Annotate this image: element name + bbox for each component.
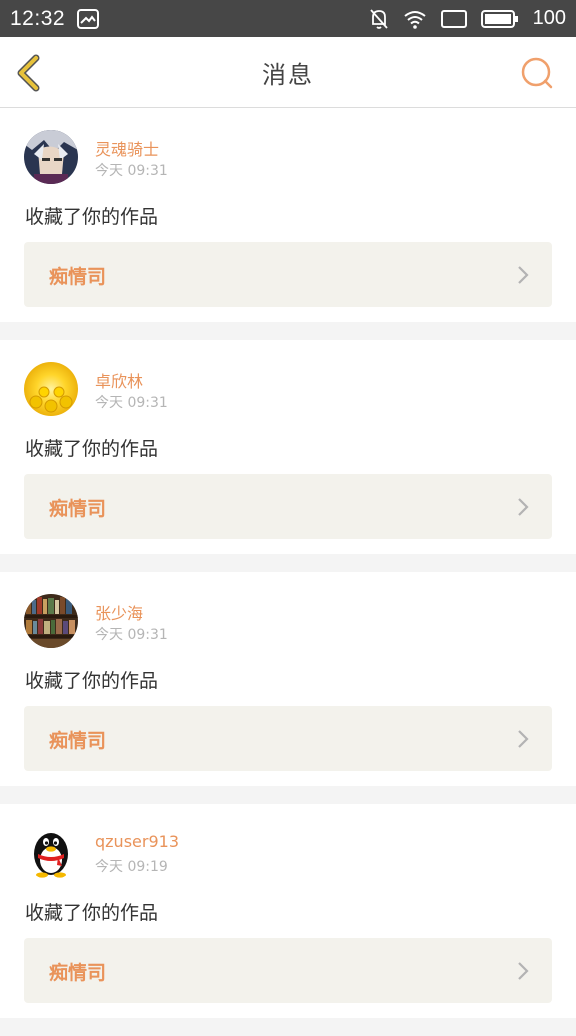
work-link[interactable]: 痴情司 xyxy=(24,242,552,307)
work-title: 痴情司 xyxy=(49,266,107,288)
chevron-right-icon xyxy=(518,498,529,516)
search-icon xyxy=(521,57,553,89)
user-name[interactable]: qzuser913 xyxy=(95,832,179,851)
battery-icon xyxy=(480,9,519,29)
nav-bar: 消息 xyxy=(0,37,576,108)
chevron-right-icon xyxy=(518,266,529,284)
anime-avatar[interactable] xyxy=(24,130,78,184)
work-link[interactable]: 痴情司 xyxy=(24,474,552,539)
chevron-right-icon xyxy=(518,730,529,748)
work-title: 痴情司 xyxy=(49,730,107,752)
page-title: 消息 xyxy=(262,61,314,89)
penguin-avatar[interactable] xyxy=(24,826,78,880)
message-time: 今天 09:31 xyxy=(95,395,168,411)
message-card: 卓欣林 今天 09:31 收藏了你的作品 痴情司 xyxy=(0,340,576,554)
work-link[interactable]: 痴情司 xyxy=(24,706,552,771)
search-button[interactable] xyxy=(520,56,554,90)
user-name[interactable]: 灵魂骑士 xyxy=(95,136,159,160)
work-title: 痴情司 xyxy=(49,962,107,984)
message-card: 灵魂骑士 今天 09:31 收藏了你的作品 痴情司 xyxy=(0,108,576,322)
work-link[interactable]: 痴情司 xyxy=(24,938,552,1003)
status-time: 12:32 xyxy=(10,6,66,30)
image-icon xyxy=(77,8,100,29)
action-text: 收藏了你的作品 xyxy=(25,670,159,692)
battery-level: 100 xyxy=(532,7,566,29)
screen-icon xyxy=(440,9,467,29)
action-text: 收藏了你的作品 xyxy=(25,206,159,228)
bell-off-icon xyxy=(369,8,389,30)
user-name[interactable]: 张少海 xyxy=(95,600,143,624)
sunflower-avatar[interactable] xyxy=(24,362,78,416)
message-time: 今天 09:31 xyxy=(95,163,168,179)
message-card: qzuser913 今天 09:19 收藏了你的作品 痴情司 xyxy=(0,804,576,1018)
wifi-icon xyxy=(403,9,427,29)
message-card: 张少海 今天 09:31 收藏了你的作品 痴情司 xyxy=(0,572,576,786)
bookshelf-avatar[interactable] xyxy=(24,594,78,648)
user-name[interactable]: 卓欣林 xyxy=(95,368,143,392)
action-text: 收藏了你的作品 xyxy=(25,438,159,460)
status-bar: 12:32 100 xyxy=(0,0,576,37)
chevron-right-icon xyxy=(518,962,529,980)
message-time: 今天 09:31 xyxy=(95,627,168,643)
work-title: 痴情司 xyxy=(49,498,107,520)
action-text: 收藏了你的作品 xyxy=(25,902,159,924)
message-list: 灵魂骑士 今天 09:31 收藏了你的作品 痴情司 卓欣林 今天 09:31 收… xyxy=(0,108,576,1036)
message-time: 今天 09:19 xyxy=(95,859,168,875)
